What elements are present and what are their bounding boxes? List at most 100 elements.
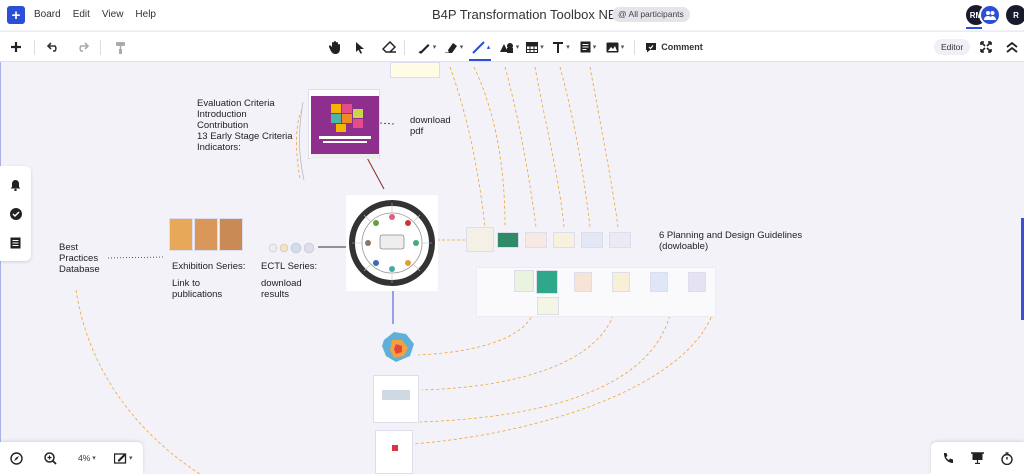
- highlighter-icon[interactable]: ▾: [442, 32, 466, 62]
- ectl-line: results: [261, 289, 289, 300]
- eraser-icon[interactable]: [381, 32, 397, 62]
- group-avatar-icon[interactable]: [979, 4, 1001, 26]
- add-icon[interactable]: [8, 32, 24, 62]
- sticky-note-fragment[interactable]: [390, 62, 440, 78]
- line-icon[interactable]: ▴: [469, 32, 493, 62]
- zoom-icon[interactable]: [44, 450, 57, 466]
- shapes-icon[interactable]: ▾: [496, 32, 522, 62]
- menu-edit[interactable]: Edit: [73, 9, 90, 20]
- best-practices-line: Database: [59, 264, 100, 275]
- guideline-page[interactable]: [612, 272, 630, 292]
- toolbar-divider: [34, 40, 35, 55]
- best-practices-line: Best: [59, 242, 79, 253]
- toolbar-divider: [100, 40, 101, 55]
- menu-help[interactable]: Help: [135, 9, 156, 20]
- main-menu: Board Edit View Help: [34, 9, 156, 20]
- zoom-level-dropdown[interactable]: 4% ▾: [78, 450, 96, 466]
- document-image: [382, 390, 410, 400]
- menu-view[interactable]: View: [102, 9, 124, 20]
- exhibition-line: publications: [172, 289, 223, 300]
- list-icon[interactable]: [9, 236, 22, 249]
- whiteboard-canvas[interactable]: Evaluation Criteria Introduction Contrib…: [0, 62, 1024, 474]
- guideline-page[interactable]: [650, 272, 668, 292]
- ectl-line: ECTL Series:: [261, 261, 318, 272]
- redo-icon[interactable]: [74, 32, 90, 62]
- avatar-r[interactable]: R: [1006, 5, 1024, 25]
- collapse-icon[interactable]: [1005, 32, 1019, 62]
- guideline-page[interactable]: [537, 297, 559, 315]
- toolbar-divider: [404, 40, 405, 55]
- editor-role-badge[interactable]: Editor: [934, 39, 971, 55]
- evaluation-criteria-text[interactable]: Evaluation Criteria Introduction Contrib…: [197, 98, 293, 153]
- guideline-thumbnail[interactable]: [466, 227, 494, 252]
- comment-button[interactable]: Comment: [644, 32, 704, 62]
- guideline-thumbnail[interactable]: [609, 232, 631, 248]
- document-image: [392, 445, 398, 451]
- table-icon[interactable]: ▾: [523, 32, 547, 62]
- compass-icon[interactable]: [10, 450, 23, 466]
- menu-bar: + Board Edit View Help B4P Transformatio…: [0, 0, 1024, 30]
- guideline-thumbnail[interactable]: [553, 232, 575, 248]
- side-panel: [0, 166, 31, 261]
- central-wheel-diagram[interactable]: [346, 195, 438, 291]
- planning-guidelines-text[interactable]: 6 Planning and Design Guidelines (dowloa…: [659, 230, 802, 252]
- board-title[interactable]: B4P Transformation Toolbox NEW: [432, 7, 629, 22]
- exhibition-series-text[interactable]: Exhibition Series: Link to publications: [172, 261, 245, 300]
- guideline-page[interactable]: [536, 270, 558, 294]
- timer-icon[interactable]: [1001, 450, 1013, 466]
- bell-icon[interactable]: [9, 178, 22, 191]
- bottom-left-toolbar: 4% ▾ ▾: [0, 442, 143, 474]
- ectl-thumbnails[interactable]: [268, 241, 316, 254]
- toolbar: ▾ ▾ ▴ ▾ ▾ ▾ ▾ ▾ Comment Editor: [0, 31, 1024, 62]
- active-tool-indicator: [469, 59, 491, 61]
- bottom-right-toolbar: [931, 442, 1024, 474]
- phone-icon[interactable]: [942, 450, 954, 466]
- guideline-thumbnail[interactable]: [497, 232, 519, 248]
- fullscreen-icon[interactable]: [979, 32, 993, 62]
- download-pdf-link[interactable]: download pdf: [410, 115, 451, 137]
- guideline-thumbnail[interactable]: [581, 232, 603, 248]
- note-icon[interactable]: ▾: [576, 32, 600, 62]
- ectl-line: download: [261, 278, 302, 289]
- eval-line: Contribution: [197, 120, 249, 131]
- download-line: pdf: [410, 126, 424, 137]
- guideline-page[interactable]: [574, 272, 592, 292]
- presentation-icon[interactable]: [971, 450, 984, 466]
- zoom-level: 4%: [78, 453, 91, 463]
- hand-icon[interactable]: [327, 32, 343, 62]
- guidelines-line: 6 Planning and Design Guidelines: [659, 230, 803, 241]
- undo-icon[interactable]: [45, 32, 61, 62]
- eval-line: Indicators:: [197, 142, 241, 153]
- check-circle-icon[interactable]: [9, 207, 22, 220]
- plus-logo-icon[interactable]: +: [7, 6, 25, 24]
- exhibition-line: Exhibition Series:: [172, 261, 246, 272]
- format-painter-icon[interactable]: [112, 32, 128, 62]
- guideline-pages-group[interactable]: [476, 267, 716, 317]
- guideline-page[interactable]: [514, 270, 534, 292]
- guidelines-line: (dowloable): [659, 241, 709, 252]
- toolbar-divider: [634, 40, 635, 55]
- eval-line: Introduction: [197, 109, 247, 120]
- best-practices-text[interactable]: Best Practices Database: [59, 242, 100, 275]
- menu-board[interactable]: Board: [34, 9, 61, 20]
- exhibition-thumbnail[interactable]: [219, 218, 243, 251]
- evaluation-criteria-cover[interactable]: [308, 89, 380, 159]
- select-icon[interactable]: [353, 32, 367, 62]
- document-thumbnail[interactable]: [375, 430, 413, 474]
- exhibition-thumbnail[interactable]: [169, 218, 193, 251]
- best-practices-line: Practices: [59, 253, 99, 264]
- active-user-indicator: [966, 27, 982, 29]
- exhibition-thumbnail[interactable]: [194, 218, 218, 251]
- image-icon[interactable]: ▾: [603, 32, 627, 62]
- eval-line: 13 Early Stage Criteria: [197, 131, 293, 142]
- pen-tablet-icon[interactable]: ▾: [114, 450, 133, 466]
- guideline-page[interactable]: [688, 272, 706, 292]
- ectl-series-text[interactable]: ECTL Series: download results: [261, 261, 317, 300]
- city-map-graphic[interactable]: [376, 326, 418, 366]
- text-icon[interactable]: ▾: [549, 32, 573, 62]
- chevron-down-icon: ▾: [92, 455, 96, 462]
- guideline-thumbnail[interactable]: [525, 232, 547, 248]
- document-thumbnail[interactable]: [373, 375, 419, 423]
- participants-badge[interactable]: @ All participants: [612, 7, 690, 22]
- pen-icon[interactable]: ▾: [414, 32, 440, 62]
